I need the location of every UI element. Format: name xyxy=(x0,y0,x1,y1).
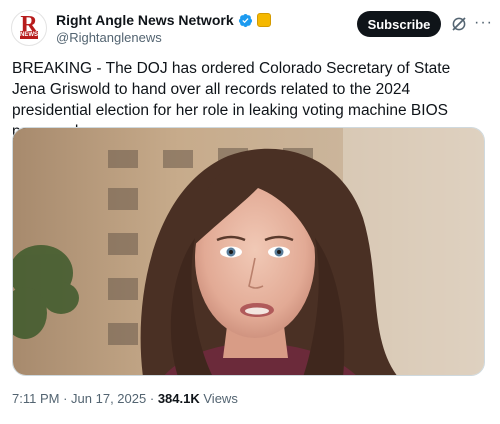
tweet-meta: 7:11 PM · Jun 17, 2025 · 384.1K Views xyxy=(12,391,238,406)
photo-image xyxy=(13,128,484,375)
author-display-name[interactable]: Right Angle News Network xyxy=(56,12,234,28)
more-options-icon[interactable]: ··· xyxy=(474,14,493,32)
subscribe-button[interactable]: Subscribe xyxy=(357,11,441,37)
tweet-card: R NEWS Right Angle News Network @Rightan… xyxy=(0,0,500,424)
author-name-row: Right Angle News Network xyxy=(56,12,271,28)
meta-separator: · xyxy=(63,391,68,406)
views-count: 384.1K xyxy=(157,391,200,406)
verified-badge-icon xyxy=(238,13,252,27)
affiliate-badge-icon xyxy=(256,13,271,27)
author-handle[interactable]: @Rightanglenews xyxy=(56,30,162,45)
meta-separator-2: · xyxy=(149,391,155,406)
tweet-date[interactable]: Jun 17, 2025 xyxy=(71,391,146,406)
avatar[interactable]: R NEWS xyxy=(11,10,47,46)
views-label: Views xyxy=(203,391,238,406)
grok-icon[interactable] xyxy=(450,15,468,33)
avatar-logo-sub: NEWS xyxy=(20,31,38,39)
tweet-media-photo[interactable] xyxy=(12,127,485,376)
tweet-time[interactable]: 7:11 PM xyxy=(12,391,59,406)
